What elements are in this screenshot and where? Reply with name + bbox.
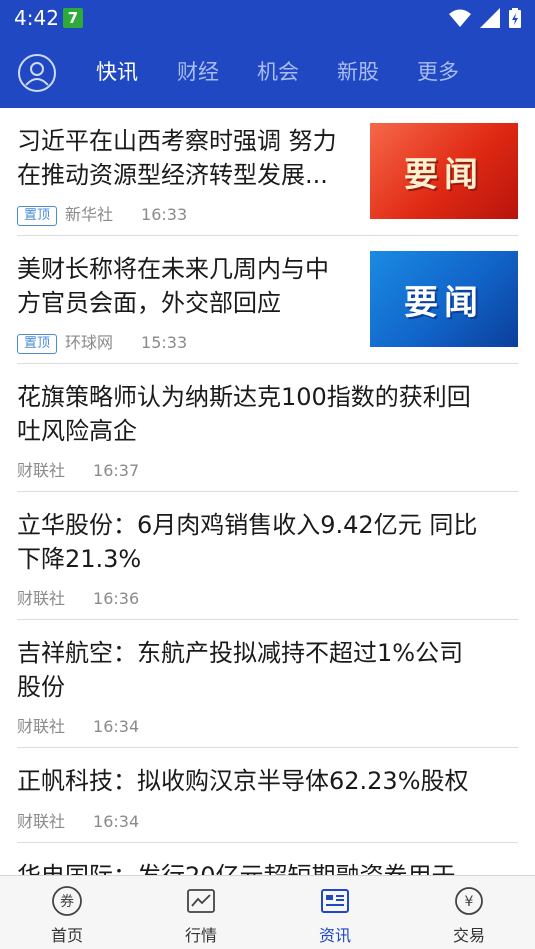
news-time: 15:33	[141, 333, 188, 352]
news-source: 财联社	[17, 717, 66, 736]
svg-text:¥: ¥	[465, 894, 474, 910]
pinned-badge: 置顶	[17, 334, 58, 354]
news-icon	[321, 889, 349, 913]
news-meta: 置顶 环球网 15:33	[17, 332, 187, 354]
news-source: 财联社	[17, 812, 66, 831]
status-icons	[445, 8, 521, 28]
news-source: 财联社	[17, 589, 66, 608]
news-time: 16:36	[93, 589, 140, 608]
news-title: 花旗策略师认为纳斯达克100指数的获利回 吐风险高企	[17, 383, 471, 445]
news-time: 16:34	[93, 717, 140, 736]
news-title: 美财长称将在未来几周内与中 方官员会面，外交部回应	[17, 255, 329, 317]
news-item[interactable]: 美财长称将在未来几周内与中 方官员会面，外交部回应 置顶 环球网 15:33 要闻	[17, 236, 518, 364]
news-meta: 财联社 16:37	[17, 460, 139, 482]
user-avatar-icon[interactable]	[17, 53, 57, 93]
bottom-tab-label: 资讯	[318, 926, 351, 945]
bottom-nav: 券 首页 行情 资讯 ¥ 交易	[0, 875, 535, 949]
news-item[interactable]: 立华股份：6月肉鸡销售收入9.42亿元 同比 下降21.3% 财联社 16:36	[17, 492, 518, 620]
bottom-tab-label: 首页	[50, 926, 83, 945]
tab-gengduo[interactable]: 更多	[417, 56, 459, 86]
news-item[interactable]: 正帆科技：拟收购汉京半导体62.23%股权 财联社 16:34	[17, 748, 518, 843]
news-thumbnail: 要闻	[370, 123, 518, 219]
news-item[interactable]: 花旗策略师认为纳斯达克100指数的获利回 吐风险高企 财联社 16:37	[17, 364, 518, 492]
bottom-tab-label: 行情	[184, 926, 217, 945]
news-item[interactable]: 吉祥航空：东航产投拟减持不超过1%公司 股份 财联社 16:34	[17, 620, 518, 748]
news-title: 华电国际：发行20亿元超短期融资券用于	[17, 859, 535, 875]
news-title: 立华股份：6月肉鸡销售收入9.42亿元 同比 下降21.3%	[17, 511, 478, 573]
news-item[interactable]: 习近平在山西考察时强调 努力 在推动资源型经济转型发展... 置顶 新华社 16:3…	[17, 108, 518, 236]
svg-text:券: 券	[60, 894, 74, 910]
news-item[interactable]: 华电国际：发行20亿元超短期融资券用于	[17, 843, 518, 875]
market-chart-icon	[187, 889, 215, 913]
thumbnail-text: 要闻	[404, 282, 484, 323]
news-title: 习近平在山西考察时强调 努力 在推动资源型经济转型发展...	[17, 127, 337, 189]
wifi-icon	[448, 9, 471, 27]
tab-caijing[interactable]: 财经	[177, 56, 219, 86]
status-bar: 4:42 7	[0, 0, 535, 38]
news-list: 习近平在山西考察时强调 努力 在推动资源型经济转型发展... 置顶 新华社 16:3…	[0, 108, 535, 875]
bottom-tab-home[interactable]: 券 首页	[0, 876, 134, 949]
pinned-badge: 置顶	[17, 206, 58, 226]
news-meta: 财联社 16:36	[17, 588, 139, 610]
news-title: 正帆科技：拟收购汉京半导体62.23%股权	[17, 767, 469, 795]
battery-icon	[509, 8, 521, 28]
bottom-tab-label: 交易	[452, 926, 485, 945]
news-time: 16:37	[93, 461, 140, 480]
news-time: 16:34	[93, 812, 140, 831]
coupon-icon: 券	[52, 886, 82, 916]
news-meta: 财联社 16:34	[17, 716, 139, 738]
yuan-exchange-icon: ¥	[455, 887, 483, 915]
tab-xingu[interactable]: 新股	[337, 56, 379, 86]
bottom-tab-news[interactable]: 资讯	[268, 876, 402, 949]
news-title: 吉祥航空：东航产投拟减持不超过1%公司 股份	[17, 639, 464, 701]
thumbnail-text: 要闻	[404, 154, 484, 195]
news-meta: 置顶 新华社 16:33	[17, 204, 187, 226]
news-source: 财联社	[17, 461, 66, 480]
news-meta: 财联社 16:34	[17, 811, 139, 833]
tab-kuaixun[interactable]: 快讯	[96, 56, 138, 86]
news-time: 16:33	[141, 205, 188, 224]
bottom-tab-market[interactable]: 行情	[134, 876, 268, 949]
news-source: 环球网	[65, 333, 114, 352]
tab-jihui[interactable]: 机会	[257, 56, 299, 86]
status-time: 4:42	[14, 6, 59, 30]
top-nav: 快讯 财经 机会 新股 更多	[0, 38, 535, 108]
news-source: 新华社	[65, 205, 114, 224]
signal-icon	[479, 8, 500, 28]
bottom-tab-trade[interactable]: ¥ 交易	[402, 876, 535, 949]
news-thumbnail: 要闻	[370, 251, 518, 347]
app-notification-icon: 7	[63, 8, 83, 28]
